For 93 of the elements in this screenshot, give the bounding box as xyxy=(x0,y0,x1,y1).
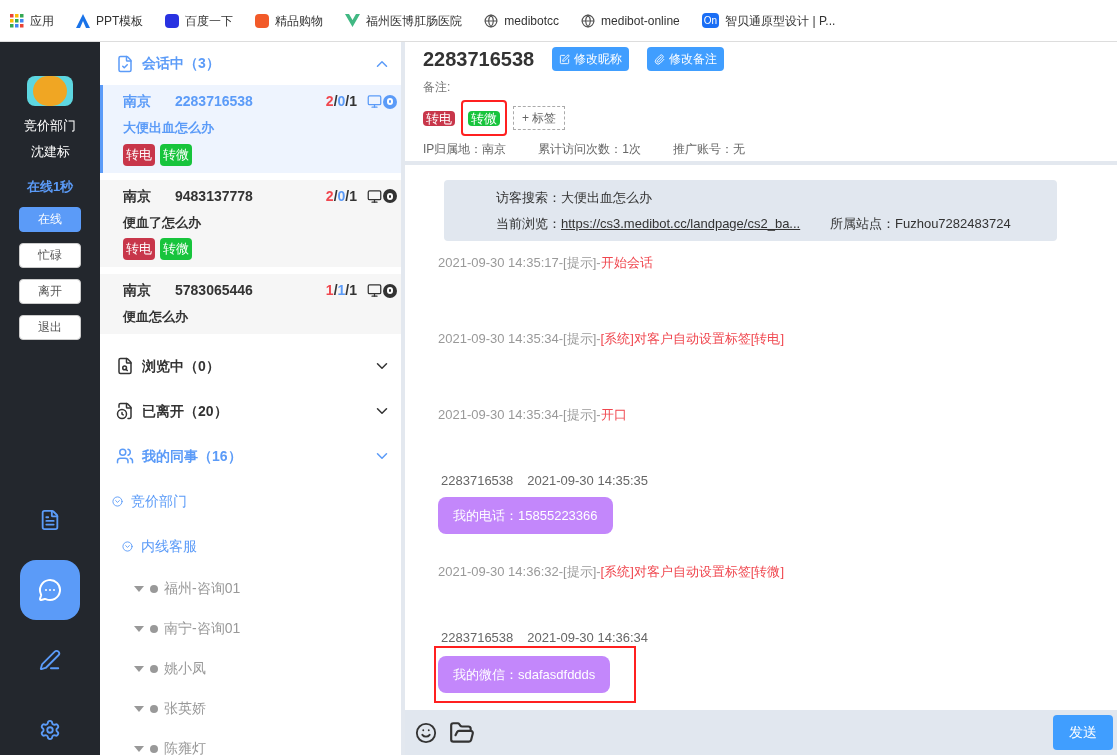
message-counts: 2/0/1 xyxy=(325,186,357,206)
caret-icon[interactable] xyxy=(134,585,144,592)
caret-icon[interactable] xyxy=(134,745,144,752)
visitor-question: 便血怎么办 xyxy=(123,308,189,326)
collapse-icon[interactable] xyxy=(122,540,133,552)
section-title: 会话中（3） xyxy=(142,54,221,73)
system-message: 2021-09-30 14:35:17-[提示]-开始会话 xyxy=(438,254,653,272)
emoji-icon[interactable] xyxy=(415,721,437,744)
online-time: 在线1秒 xyxy=(26,178,74,196)
section-title: 我的同事（16） xyxy=(142,446,243,466)
nav-button[interactable] xyxy=(20,559,80,620)
bookmark-link[interactable]: 精品购物 xyxy=(275,11,324,30)
vee-logo-icon xyxy=(345,14,361,27)
session-item[interactable]: 南京 5783065446 1/1/1 便血怎么办 xyxy=(100,274,401,334)
system-message: 2021-09-30 14:35:34-[提示]-[系统]对客户自动设置标签[转电] xyxy=(438,330,785,348)
apps-grid-icon xyxy=(10,13,24,28)
monitor-icon xyxy=(367,94,382,109)
bookmark-link[interactable]: PPT模板 xyxy=(96,11,144,30)
remark-label: 备注: xyxy=(423,79,452,96)
tag: 转电 xyxy=(123,143,155,166)
folder-icon[interactable] xyxy=(449,719,475,746)
system-message: 2021-09-30 14:35:34-[提示]-开口 xyxy=(438,406,627,424)
status-button[interactable]: 离开 xyxy=(19,278,81,304)
city-label: 南京 xyxy=(123,281,152,300)
session-item[interactable]: 南京 2283716538 2/0/1 大便出血怎么办 转电 转微 xyxy=(100,85,401,173)
avatar-picture xyxy=(27,76,73,106)
user-name: 沈建标 xyxy=(30,142,70,161)
collapse-icon[interactable] xyxy=(112,495,123,507)
bookmark-link[interactable]: medibot-online xyxy=(601,11,680,30)
visitor-title: 2283716538 xyxy=(423,47,535,72)
city-label: 南京 xyxy=(123,186,152,206)
page-link[interactable]: https://cs3.medibot.cc/landpage/cs2_ba... xyxy=(561,213,806,233)
document-clock-icon xyxy=(116,402,134,420)
site-id: Fuzhou7282483724 xyxy=(895,214,1011,233)
monitor-icon xyxy=(367,283,382,298)
document-check-icon xyxy=(116,54,134,73)
search-keyword: 大便出血怎么办 xyxy=(561,189,652,207)
status-button[interactable]: 忙碌 xyxy=(19,242,81,268)
section-header[interactable]: 浏览中（0） xyxy=(100,343,401,389)
tag: 转电 xyxy=(423,111,455,126)
tag: 转微 xyxy=(160,238,192,260)
sender-id: 2283716538 xyxy=(441,472,514,490)
bookmark-link[interactable]: 百度一下 xyxy=(185,11,234,30)
visitor-info: IP归属地：南京 xyxy=(423,141,507,158)
chat-icon xyxy=(38,577,62,602)
visitor-id: 9483137778 xyxy=(175,186,254,206)
status-button[interactable]: 退出 xyxy=(19,314,81,340)
search-label: 访客搜索： xyxy=(496,189,561,207)
message-counts: 1/1/1 xyxy=(325,281,357,300)
settings-icon xyxy=(39,718,61,741)
monitor-icon xyxy=(367,188,382,204)
pen-icon xyxy=(39,648,61,671)
visitor-id: 2283716538 xyxy=(175,92,254,111)
message-counts: 2/0/1 xyxy=(325,92,357,111)
caret-icon[interactable] xyxy=(134,705,144,712)
add-tag-button[interactable]: + 标签 xyxy=(513,106,566,130)
bookmark-link[interactable]: 应用 xyxy=(30,11,54,30)
edit-icon xyxy=(559,53,571,65)
caret-icon[interactable] xyxy=(134,625,144,632)
message-bubble: 我的微信：sdafasdfddds xyxy=(438,655,611,693)
visitor-question: 便血了怎么办 xyxy=(123,213,202,232)
message-time: 2021-09-30 14:36:34 xyxy=(527,629,649,647)
bookmark-link[interactable]: 智贝通原型设计 | P... xyxy=(725,11,836,30)
users-icon xyxy=(116,447,134,465)
triangle-logo-icon xyxy=(76,13,90,28)
city-label: 南京 xyxy=(123,92,152,111)
globe-icon xyxy=(581,13,596,28)
visitor-info: 累计访问次数：1次 xyxy=(538,141,642,158)
caret-icon[interactable] xyxy=(134,665,144,672)
bookmark-link[interactable]: 福州医博肛肠医院 xyxy=(366,11,463,30)
tag: 转微 xyxy=(468,111,500,126)
site-label: 所属站点： xyxy=(830,214,895,233)
visitor-question: 大便出血怎么办 xyxy=(123,119,215,137)
browse-label: 当前浏览： xyxy=(496,214,561,233)
session-item[interactable]: 南京 9483137778 2/0/1 便血了怎么办 转电 转微 xyxy=(100,179,401,267)
section-title: 已离开（20） xyxy=(142,401,229,421)
paperclip-icon xyxy=(654,53,666,65)
bookmark-link[interactable]: medibotcc xyxy=(504,11,560,30)
sender-id: 2283716538 xyxy=(441,629,514,647)
visitor-info: 推广账号：无 xyxy=(673,141,746,158)
section-header[interactable]: 已离开（20） xyxy=(100,388,401,434)
section-title: 浏览中（0） xyxy=(142,356,221,376)
globe-icon xyxy=(484,13,499,28)
system-message: 2021-09-30 14:36:32-[提示]-[系统]对客户自动设置标签[转微] xyxy=(438,563,785,581)
tag: 转电 xyxy=(123,238,155,260)
document-search-icon xyxy=(116,357,134,375)
message-bubble: 我的电话：15855223366 xyxy=(438,496,613,534)
document-icon xyxy=(39,508,61,531)
app-badge-icon: On xyxy=(701,13,720,28)
department-name: 竞价部门 xyxy=(24,117,76,135)
visitor-id: 5783065446 xyxy=(175,281,254,300)
tag: 转微 xyxy=(160,143,192,166)
message-time: 2021-09-30 14:35:35 xyxy=(527,472,649,490)
